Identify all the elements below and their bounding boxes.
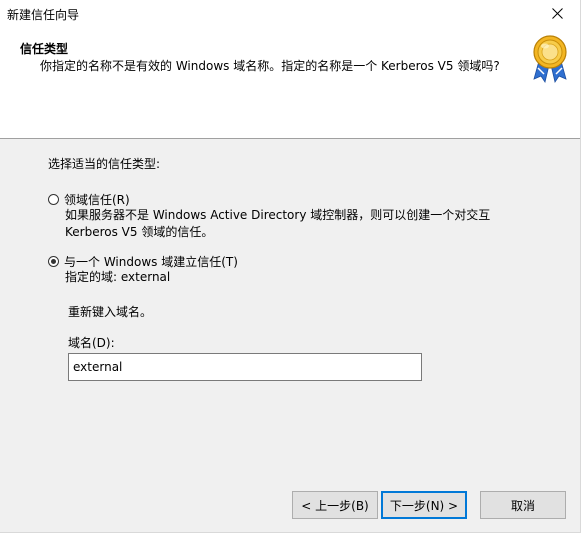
wizard-body: 选择适当的信任类型: 领域信任(R) 如果服务器不是 Windows Activ… [0, 139, 580, 479]
radio-windows-domain-trust[interactable]: 与一个 Windows 域建立信任(T) [48, 253, 238, 270]
domain-name-input[interactable] [68, 353, 422, 381]
domain-name-label: 域名(D): [68, 336, 115, 350]
windows-domain-trust-label: 与一个 Windows 域建立信任(T) [64, 255, 238, 269]
close-button[interactable] [534, 0, 580, 27]
realm-trust-label: 领域信任(R) [64, 193, 130, 207]
cancel-button[interactable]: 取消 [480, 491, 566, 519]
wizard-header: 信任类型 你指定的名称不是有效的 Windows 域名称。指定的名称是一个 Ke… [0, 27, 580, 139]
trust-type-prompt: 选择适当的信任类型: [48, 157, 161, 171]
window-title: 新建信任向导 [7, 8, 80, 22]
radio-realm-trust[interactable]: 领域信任(R) [48, 191, 130, 208]
page-subtitle: 你指定的名称不是有效的 Windows 域名称。指定的名称是一个 Kerbero… [40, 59, 500, 73]
back-button[interactable]: < 上一步(B) [292, 491, 378, 519]
close-icon [551, 8, 563, 19]
wizard-window: 新建信任向导 信任类型 你指定的名称不是有效的 Windows 域名称。指定的名… [0, 0, 581, 533]
page-title: 信任类型 [20, 42, 69, 56]
realm-trust-description: 如果服务器不是 Windows Active Directory 域控制器，则可… [65, 207, 490, 241]
title-bar: 新建信任向导 [0, 0, 580, 27]
realm-trust-description-line1: 如果服务器不是 Windows Active Directory 域控制器，则可… [65, 208, 491, 222]
wizard-footer: < 上一步(B) 下一步(N) > 取消 [0, 479, 580, 532]
radio-button-unchecked[interactable] [48, 194, 59, 205]
specified-domain-text: 指定的域: external [65, 270, 171, 284]
certificate-badge-icon [533, 35, 567, 83]
retype-domain-prompt: 重新键入域名。 [68, 305, 153, 319]
next-button[interactable]: 下一步(N) > [381, 491, 467, 519]
realm-trust-description-line2: Kerberos V5 领域的信任。 [65, 225, 214, 239]
radio-button-checked[interactable] [48, 256, 59, 267]
